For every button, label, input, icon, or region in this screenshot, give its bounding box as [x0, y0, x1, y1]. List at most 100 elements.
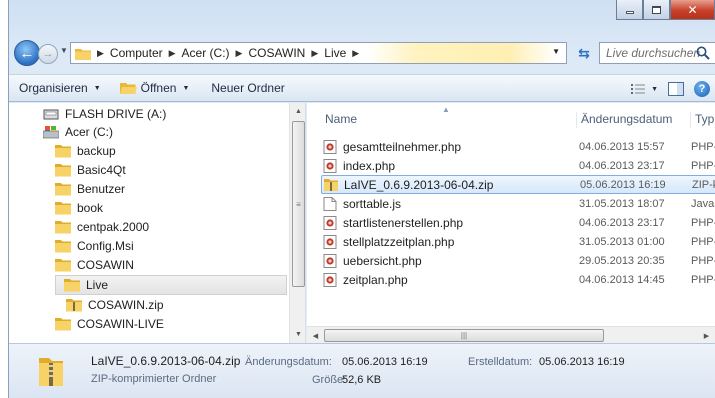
view-list-icon: [631, 84, 646, 94]
php-file-icon: [323, 139, 337, 154]
change-view-button[interactable]: ▼: [626, 78, 663, 100]
breadcrumb-drive[interactable]: Acer (C:): [182, 46, 230, 60]
chevron-down-icon: ▼: [93, 84, 101, 92]
navigation-pane: FLASH DRIVE (A:) Acer (C:) backup Basic4…: [9, 103, 306, 343]
zip-folder-icon: [39, 358, 63, 386]
search-input[interactable]: Live durchsuchen: [599, 42, 715, 64]
forward-button[interactable]: →: [38, 44, 58, 64]
explorer-window: ✕ ← → ▼ ▶ Computer ▶ Acer (C:) ▶ COSAWIN…: [8, 0, 715, 398]
file-row[interactable]: gesamtteilnehmer.php 04.06.2013 15:57 PH…: [321, 137, 715, 156]
recent-pages-dropdown[interactable]: ▼: [60, 46, 68, 55]
tree-item-label: Basic4Qt: [77, 163, 126, 177]
file-name: stellplatzzeitplan.php: [343, 234, 455, 249]
file-date: 29.05.2013 20:35: [579, 254, 665, 267]
maximize-button[interactable]: [643, 0, 670, 20]
zip-icon: [66, 299, 82, 312]
tree-item-cosawin-live[interactable]: COSAWIN-LIVE: [55, 314, 305, 334]
tree-item-live[interactable]: Live: [55, 275, 287, 295]
tree-item-backup[interactable]: backup: [55, 141, 305, 161]
preview-pane-button[interactable]: [663, 78, 689, 100]
open-label: Öffnen: [140, 81, 177, 95]
file-row[interactable]: sorttable.js 31.05.2013 18:07 JavaScript…: [321, 194, 715, 213]
scroll-left-arrow-icon[interactable]: ◀: [307, 327, 324, 343]
tree-item-label: COSAWIN: [77, 258, 134, 272]
tree-item-label: Acer (C:): [65, 125, 113, 139]
tree-item-config-msi[interactable]: Config.Msi: [55, 236, 305, 256]
folder-icon: [55, 240, 71, 253]
folder-icon: [64, 279, 80, 292]
details-file-name: LaIVE_0.6.9.2013-06-04.zip: [91, 354, 241, 368]
search-icon[interactable]: [695, 45, 711, 61]
php-file-icon: [323, 158, 337, 173]
navigation-vertical-scrollbar[interactable]: ▲ ≡ ▼: [289, 103, 305, 343]
file-name: gesamtteilnehmer.php: [343, 139, 462, 154]
file-row[interactable]: uebersicht.php 29.05.2013 20:35 PHP-Date…: [321, 251, 715, 270]
column-header-type[interactable]: Typ: [695, 112, 715, 128]
breadcrumb-cosawin[interactable]: COSAWIN: [248, 46, 305, 60]
breadcrumb-computer[interactable]: Computer: [110, 46, 163, 60]
file-list-horizontal-scrollbar[interactable]: ◀ ||| ▶: [307, 326, 715, 343]
address-dropdown-icon[interactable]: ▼: [552, 47, 560, 56]
file-date: 04.06.2013 14:45: [579, 273, 665, 286]
breadcrumb-separator[interactable]: ▶: [169, 48, 176, 59]
refresh-button[interactable]: ⇆: [573, 43, 595, 63]
tree-item-flash-drive[interactable]: FLASH DRIVE (A:): [43, 104, 305, 124]
column-header-date[interactable]: Änderungsdatum: [581, 112, 691, 128]
column-header-name[interactable]: Name: [325, 112, 577, 128]
arrow-right-icon: →: [42, 48, 54, 60]
breadcrumb-separator[interactable]: ▶: [311, 48, 318, 59]
address-bar[interactable]: ▶ Computer ▶ Acer (C:) ▶ COSAWIN ▶ Live …: [70, 42, 567, 64]
file-row[interactable]: zeitplan.php 04.06.2013 14:45 PHP-Datei: [321, 270, 715, 289]
scrollbar-thumb[interactable]: ≡: [292, 121, 305, 287]
breadcrumb-separator[interactable]: ▶: [352, 48, 359, 59]
back-button[interactable]: ←: [14, 40, 40, 66]
file-row[interactable]: stellplatzzeitplan.php 31.05.2013 01:00 …: [321, 232, 715, 251]
new-folder-label: Neuer Ordner: [211, 81, 285, 95]
tree-item-benutzer[interactable]: Benutzer: [55, 179, 305, 199]
help-button[interactable]: ?: [689, 78, 715, 100]
drive-icon: [43, 109, 59, 120]
tree-item-book[interactable]: book: [55, 198, 305, 218]
scroll-up-arrow-icon[interactable]: ▲: [290, 103, 305, 120]
minimize-button[interactable]: [616, 0, 643, 20]
file-row-selected[interactable]: LaIVE_0.6.9.2013-06-04.zip 05.06.2013 16…: [321, 175, 715, 194]
close-icon: ✕: [687, 2, 698, 17]
breadcrumb-separator[interactable]: ▶: [97, 48, 104, 59]
php-file-icon: [323, 215, 337, 230]
file-name: uebersicht.php: [343, 253, 422, 268]
scrollbar-thumb[interactable]: |||: [324, 329, 604, 342]
php-file-icon: [323, 253, 337, 268]
chevron-down-icon: ▼: [182, 84, 190, 92]
column-header-row: ▲ Name Änderungsdatum Typ: [307, 103, 715, 131]
file-row[interactable]: index.php 04.06.2013 23:17 PHP-Datei: [321, 156, 715, 175]
tree-item-acer-c[interactable]: Acer (C:): [43, 122, 305, 142]
folder-icon: [55, 202, 71, 215]
file-type: JavaScript-Datei: [691, 197, 715, 210]
folder-icon: [55, 183, 71, 196]
tree-item-label: Config.Msi: [77, 239, 134, 253]
breadcrumb-live[interactable]: Live: [324, 46, 346, 60]
file-type: PHP-Datei: [691, 159, 715, 172]
open-button[interactable]: Öffnen ▼: [113, 77, 196, 99]
column-header-name-label: Name: [325, 112, 358, 126]
organize-menu-button[interactable]: Organisieren ▼: [13, 77, 107, 99]
help-icon: ?: [694, 81, 710, 97]
refresh-icon: ⇆: [578, 44, 590, 61]
tree-item-basic4qt[interactable]: Basic4Qt: [55, 160, 305, 180]
scroll-down-arrow-icon[interactable]: ▼: [290, 326, 305, 343]
address-row: ← → ▼ ▶ Computer ▶ Acer (C:) ▶ COSAWIN ▶…: [13, 40, 715, 66]
php-file-icon: [323, 234, 337, 249]
tree-item-cosawin-zip[interactable]: COSAWIN.zip: [66, 295, 305, 315]
details-modified-value: 05.06.2013 16:19: [342, 356, 428, 368]
scroll-right-arrow-icon[interactable]: ▶: [698, 327, 715, 343]
close-button[interactable]: ✕: [670, 0, 715, 20]
file-row[interactable]: startlistenerstellen.php 04.06.2013 23:1…: [321, 213, 715, 232]
tree-item-cosawin[interactable]: COSAWIN: [55, 255, 305, 275]
tree-item-centpak[interactable]: centpak.2000: [55, 217, 305, 237]
new-folder-button[interactable]: Neuer Ordner: [205, 77, 290, 99]
file-type: PHP-Datei: [691, 235, 715, 248]
command-bar: Organisieren ▼ Öffnen ▼ Neuer Ordner ▼ ?: [9, 74, 715, 102]
details-created-label: Erstelldatum:: [468, 356, 533, 368]
breadcrumb-separator[interactable]: ▶: [236, 48, 243, 59]
php-file-icon: [323, 272, 337, 287]
